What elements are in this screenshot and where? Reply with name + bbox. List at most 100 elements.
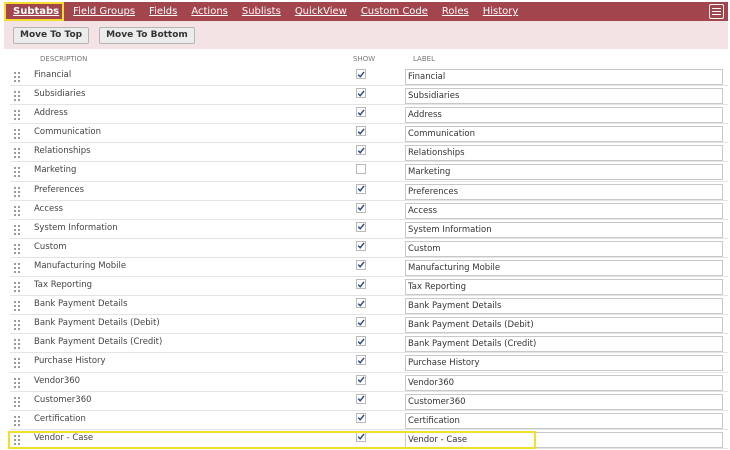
- label-input[interactable]: [405, 279, 723, 296]
- move-to-top-button[interactable]: Move To Top: [13, 26, 90, 44]
- label-input[interactable]: [405, 107, 723, 124]
- drag-dot: [14, 442, 16, 445]
- show-checkbox[interactable]: [356, 88, 366, 99]
- label-input[interactable]: [405, 221, 723, 238]
- move-to-bottom-button[interactable]: Move To Bottom: [99, 26, 195, 44]
- show-checkbox[interactable]: [356, 145, 366, 156]
- drag-handle-icon[interactable]: [10, 433, 24, 447]
- drag-dot: [18, 175, 20, 178]
- drag-dot: [14, 419, 16, 422]
- drag-handle-icon[interactable]: [10, 261, 24, 275]
- show-checkbox[interactable]: [356, 412, 366, 423]
- show-checkbox[interactable]: [356, 126, 366, 137]
- checkmark-icon: [357, 147, 365, 154]
- label-input[interactable]: [405, 69, 723, 85]
- row-description: Bank Payment Details (Debit): [34, 318, 160, 329]
- row-description: Vendor360: [34, 375, 81, 386]
- label-input[interactable]: [405, 145, 723, 162]
- label-input[interactable]: [405, 126, 723, 143]
- table-row: Vendor360: [10, 373, 728, 392]
- drag-handle-icon[interactable]: [10, 127, 24, 141]
- drag-dot: [14, 301, 16, 304]
- tab-roles[interactable]: Roles: [442, 2, 469, 21]
- header-show: SHOW: [353, 55, 376, 63]
- hamburger-menu-icon[interactable]: [709, 4, 724, 19]
- drag-dot: [14, 438, 16, 441]
- show-checkbox[interactable]: [356, 431, 366, 442]
- show-checkbox[interactable]: [356, 374, 366, 385]
- drag-handle-icon[interactable]: [10, 337, 24, 351]
- tab-history[interactable]: History: [483, 2, 519, 21]
- drag-handle-icon[interactable]: [10, 204, 24, 218]
- drag-handle-icon[interactable]: [10, 318, 24, 332]
- tab-sublists[interactable]: Sublists: [242, 2, 281, 21]
- drag-handle-icon[interactable]: [10, 414, 24, 428]
- show-checkbox[interactable]: [356, 279, 366, 290]
- drag-handle-icon[interactable]: [10, 165, 24, 179]
- show-checkbox[interactable]: [356, 107, 366, 118]
- drag-handle-icon[interactable]: [10, 242, 24, 256]
- show-checkbox[interactable]: [356, 336, 366, 347]
- label-input[interactable]: [405, 259, 723, 276]
- drag-handle-icon[interactable]: [10, 395, 24, 409]
- drag-handle-icon[interactable]: [10, 223, 24, 237]
- show-checkbox[interactable]: [356, 393, 366, 404]
- drag-handle-icon[interactable]: [10, 89, 24, 103]
- show-checkbox[interactable]: [356, 240, 366, 251]
- drag-dot: [14, 232, 16, 235]
- show-checkbox[interactable]: [356, 298, 366, 309]
- label-input[interactable]: [405, 183, 723, 200]
- drag-dot: [14, 129, 16, 132]
- show-checkbox[interactable]: [356, 221, 366, 232]
- drag-dot: [18, 362, 20, 365]
- label-input[interactable]: [405, 317, 723, 334]
- table-row: Address: [10, 105, 728, 125]
- label-input[interactable]: [405, 431, 723, 448]
- label-input[interactable]: [405, 88, 723, 105]
- drag-handle-icon[interactable]: [10, 146, 24, 160]
- label-input[interactable]: [405, 240, 723, 257]
- show-checkbox[interactable]: [356, 355, 366, 366]
- label-input[interactable]: [405, 412, 723, 429]
- label-input[interactable]: [405, 164, 723, 181]
- drag-dot: [18, 328, 20, 331]
- drag-dot: [18, 205, 20, 208]
- show-checkbox[interactable]: [356, 183, 366, 194]
- label-input[interactable]: [405, 298, 723, 315]
- label-input[interactable]: [405, 355, 723, 372]
- drag-dot: [18, 80, 20, 82]
- tab-custom-code[interactable]: Custom Code: [361, 2, 428, 21]
- drag-handle-icon[interactable]: [10, 185, 24, 199]
- drag-handle-icon[interactable]: [10, 356, 24, 370]
- header-description: DESCRIPTION: [40, 55, 88, 63]
- drag-handle-icon[interactable]: [10, 376, 24, 390]
- show-checkbox[interactable]: [356, 317, 366, 328]
- drag-dot: [18, 270, 20, 273]
- drag-handle-icon[interactable]: [10, 299, 24, 313]
- show-checkbox[interactable]: [356, 259, 366, 270]
- label-input[interactable]: [405, 374, 723, 391]
- drag-handle-icon[interactable]: [10, 70, 24, 84]
- label-input[interactable]: [405, 336, 723, 353]
- label-input[interactable]: [405, 202, 723, 219]
- label-input[interactable]: [405, 393, 723, 410]
- show-checkbox[interactable]: [356, 164, 366, 175]
- drag-dot: [18, 415, 20, 418]
- drag-dot: [14, 404, 16, 407]
- drag-dot: [14, 167, 16, 170]
- drag-dot: [14, 156, 16, 159]
- tab-subtabs[interactable]: Subtabs: [13, 2, 59, 21]
- show-checkbox[interactable]: [356, 69, 366, 79]
- table-row: Purchase History: [10, 353, 728, 373]
- drag-handle-icon[interactable]: [10, 108, 24, 122]
- tab-actions[interactable]: Actions: [191, 2, 228, 21]
- drag-dot: [14, 171, 16, 174]
- drag-handle-icon[interactable]: [10, 280, 24, 294]
- drag-dot: [14, 320, 16, 323]
- table-row: Certification: [10, 411, 728, 430]
- drag-dot: [14, 385, 16, 388]
- show-checkbox[interactable]: [356, 202, 366, 213]
- tab-fields[interactable]: Fields: [149, 2, 177, 21]
- tab-quickview[interactable]: QuickView: [295, 2, 347, 21]
- tab-field-groups[interactable]: Field Groups: [73, 2, 135, 21]
